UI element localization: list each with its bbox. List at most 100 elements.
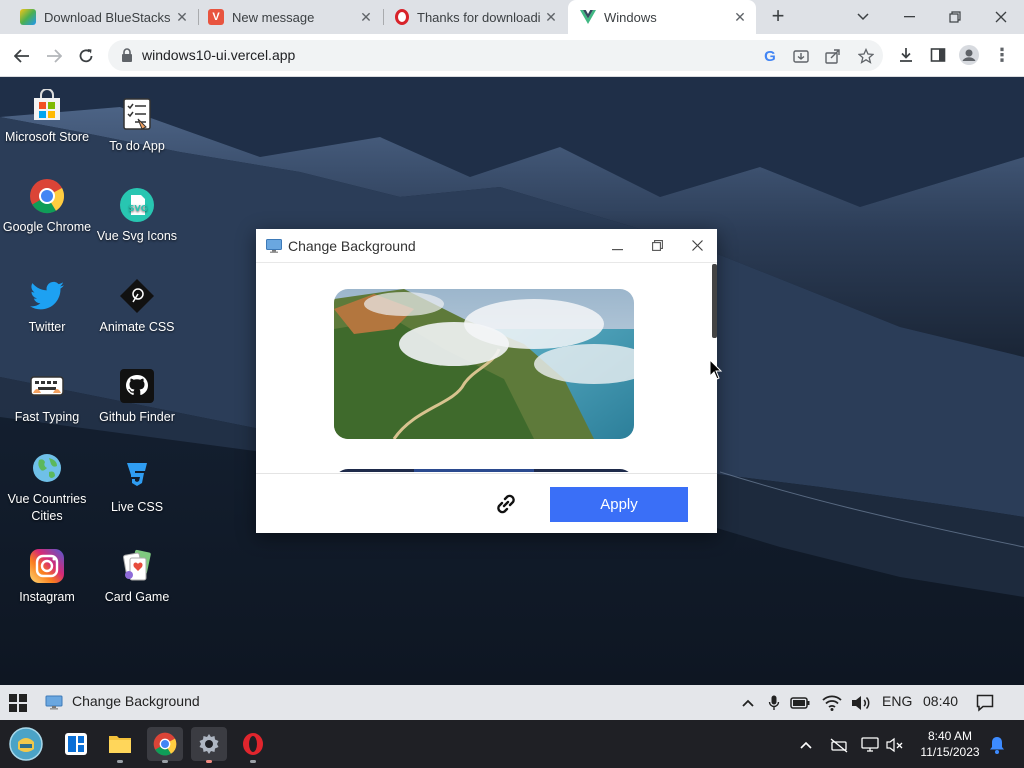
tab-thanks-for-downloading[interactable]: Thanks for downloadi ✕ — [383, 0, 567, 34]
github-icon — [118, 367, 156, 405]
twitter-icon — [28, 277, 66, 315]
animate-css-icon — [118, 277, 156, 315]
notifications-icon[interactable] — [975, 693, 995, 713]
close-tab-icon[interactable]: ✕ — [543, 9, 559, 25]
address-bar[interactable]: windows10-ui.vercel.app G — [108, 40, 883, 71]
keyboard-icon — [28, 367, 66, 405]
os-hidden-icons-chevron-up-icon[interactable] — [795, 734, 817, 756]
file-explorer-button[interactable] — [102, 727, 138, 763]
microsoft-store-icon — [28, 87, 66, 125]
running-indicator — [250, 760, 256, 763]
settings-taskbar-button[interactable] — [191, 727, 227, 763]
link-icon[interactable] — [492, 490, 520, 518]
volume-icon[interactable] — [850, 693, 870, 713]
dialog-scrollbar[interactable] — [712, 264, 717, 338]
tab-download-bluestacks[interactable]: Download BlueStacks ✕ — [8, 0, 198, 34]
microphone-icon[interactable] — [764, 693, 784, 713]
close-tab-icon[interactable]: ✕ — [174, 9, 190, 25]
os-clock[interactable]: 8:40 AM 11/15/2023 — [912, 728, 988, 760]
downloads-icon[interactable] — [895, 44, 917, 66]
web-taskbar: Change Background ENG 08:40 — [0, 685, 1024, 720]
todo-app-icon — [118, 96, 156, 134]
desktop-icon-label: Google Chrome — [2, 220, 92, 234]
desktop-icon-vue-svg-icons[interactable]: SVG Vue Svg Icons — [92, 186, 182, 245]
bookmark-star-icon[interactable] — [856, 46, 876, 66]
desktop-icon-label: Live CSS — [110, 500, 164, 514]
tab-new-message[interactable]: V New message ✕ — [196, 0, 382, 34]
back-button[interactable] — [8, 42, 36, 70]
os-clock-time: 8:40 AM — [927, 729, 973, 743]
forward-button[interactable] — [40, 42, 68, 70]
dialog-titlebar[interactable]: Change Background — [256, 229, 717, 263]
svg-text:SVG: SVG — [129, 204, 148, 213]
change-background-dialog: Change Background Apply — [256, 229, 717, 533]
os-start-button[interactable] — [6, 727, 46, 761]
chrome-icon — [28, 177, 66, 215]
dialog-close-button[interactable] — [687, 236, 707, 256]
running-indicator — [117, 760, 123, 763]
desktop-icon-label: Microsoft Store — [4, 130, 90, 144]
desktop-icon-live-css[interactable]: Live CSS — [92, 457, 182, 516]
desktop-icon-github-finder[interactable]: Github Finder — [92, 367, 182, 426]
install-app-icon[interactable] — [791, 46, 811, 66]
desktop-icon-card-game[interactable]: Card Game — [92, 547, 182, 606]
language-indicator[interactable]: ENG — [882, 693, 912, 709]
restore-window-button[interactable] — [932, 0, 978, 34]
chrome-taskbar-button[interactable] — [147, 727, 183, 763]
desktop-icon-label: To do App — [109, 139, 165, 153]
new-tab-button[interactable]: + — [766, 5, 790, 29]
profile-avatar-icon[interactable] — [958, 44, 980, 66]
tab-title: Download BlueStacks — [44, 9, 170, 25]
display-icon[interactable] — [859, 734, 881, 756]
desktop-icon-google-chrome[interactable]: Google Chrome — [2, 177, 92, 236]
desktop-icon-instagram[interactable]: Instagram — [2, 547, 92, 606]
lock-icon — [122, 48, 132, 62]
google-translate-icon[interactable]: G — [760, 46, 780, 66]
desktop-icon-vue-countries-cities[interactable]: Vue Countries Cities — [2, 449, 92, 525]
wifi-icon[interactable] — [822, 693, 842, 713]
close-tab-icon[interactable]: ✕ — [732, 9, 748, 25]
side-panel-icon[interactable] — [927, 44, 949, 66]
globe-icon — [28, 449, 66, 487]
running-indicator — [162, 760, 168, 763]
close-window-button[interactable] — [978, 0, 1024, 34]
reload-button[interactable] — [72, 42, 100, 70]
share-icon[interactable] — [823, 46, 843, 66]
dialog-minimize-button[interactable] — [607, 236, 627, 256]
desktop-icon-label: Instagram — [19, 590, 75, 604]
dialog-maximize-button[interactable] — [647, 236, 667, 256]
desktop-icon-twitter[interactable]: Twitter — [2, 277, 92, 336]
task-view-button[interactable] — [58, 727, 94, 761]
display-settings-icon[interactable] — [44, 693, 64, 713]
desktop-icon-animate-css[interactable]: Animate CSS — [92, 277, 182, 336]
opera-taskbar-button[interactable] — [235, 727, 271, 763]
browser-menu-icon[interactable]: ⋮ — [991, 44, 1013, 66]
taskbar-app-title[interactable]: Change Background — [72, 693, 200, 709]
os-taskbar: 8:40 AM 11/15/2023 — [0, 720, 1024, 768]
desktop-icon-microsoft-store[interactable]: Microsoft Store — [2, 87, 92, 146]
windows-start-button[interactable] — [8, 693, 28, 713]
show-hidden-icons-chevron-up-icon[interactable] — [738, 693, 758, 713]
battery-icon[interactable] — [790, 693, 810, 713]
tab-search-button[interactable] — [840, 0, 886, 34]
web-taskbar-clock[interactable]: 08:40 — [923, 693, 958, 709]
minimize-window-button[interactable] — [886, 0, 932, 34]
card-game-icon — [118, 547, 156, 585]
apply-button[interactable]: Apply — [550, 487, 688, 522]
running-indicator — [206, 760, 212, 763]
notification-bell-icon[interactable] — [986, 734, 1008, 756]
mouse-cursor-icon — [709, 359, 723, 380]
wallpaper-list[interactable] — [256, 264, 717, 472]
close-tab-icon[interactable]: ✕ — [358, 9, 374, 25]
browser-tab-strip: Download BlueStacks ✕ V New message ✕ Th… — [0, 0, 1024, 34]
bluestacks-icon — [20, 9, 36, 25]
desktop-icon-label: Animate CSS — [99, 320, 175, 334]
network-disconnected-icon[interactable] — [828, 734, 850, 756]
desktop-icon-label: Fast Typing — [14, 410, 80, 424]
desktop-icon-fast-typing[interactable]: Fast Typing — [2, 367, 92, 426]
wallpaper-thumbnail-big-sur[interactable] — [334, 289, 634, 439]
wallpaper-thumbnail-next[interactable] — [334, 469, 634, 472]
volume-muted-icon[interactable] — [884, 734, 906, 756]
desktop-icon-to-do-app[interactable]: To do App — [92, 96, 182, 155]
tab-windows[interactable]: Windows ✕ — [568, 0, 756, 34]
